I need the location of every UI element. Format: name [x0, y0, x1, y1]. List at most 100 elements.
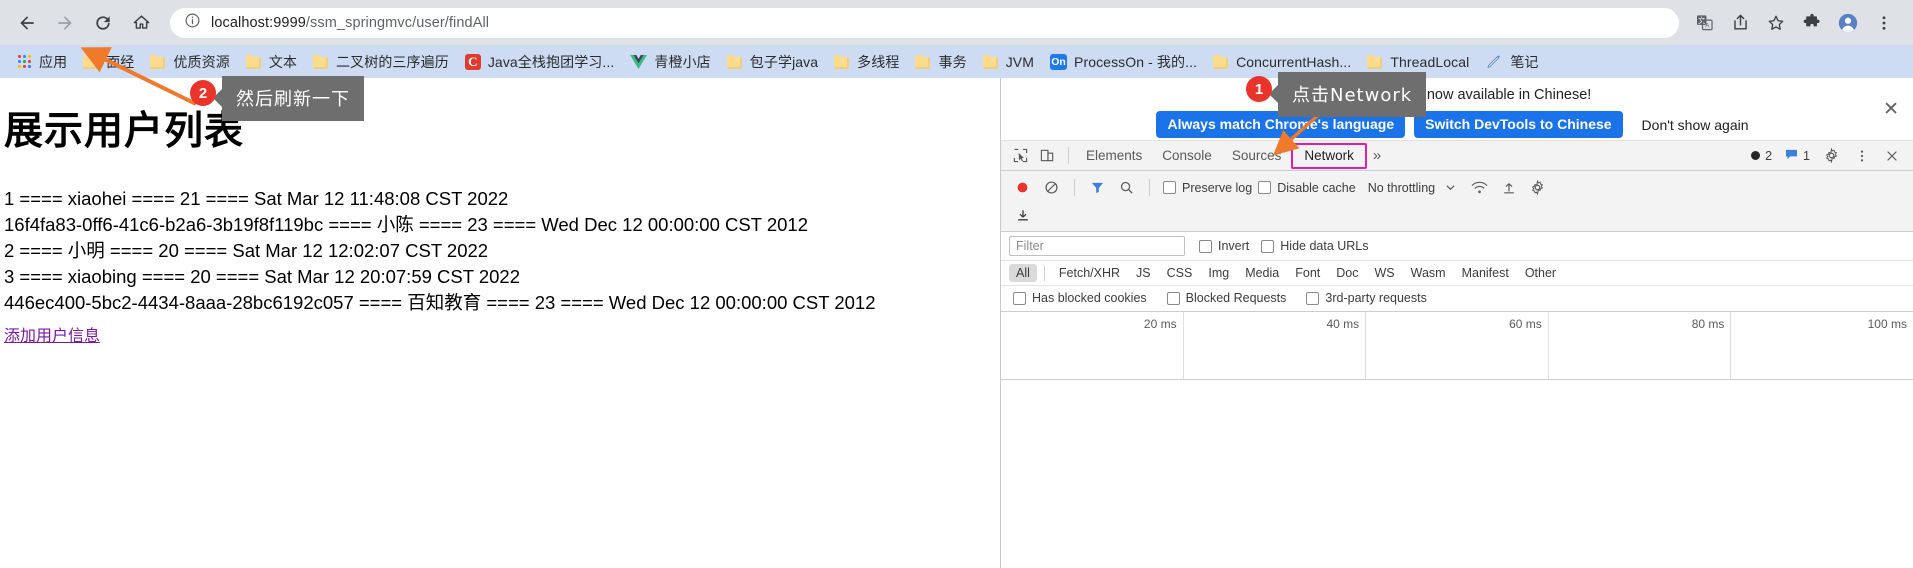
resource-type-filters: All Fetch/XHR JS CSS Img Media Font Doc … — [1001, 261, 1913, 286]
invert-label: Invert — [1218, 239, 1250, 253]
resource-type-doc[interactable]: Doc — [1329, 264, 1365, 282]
devtools-close-button[interactable] — [1878, 143, 1905, 169]
message-count[interactable]: 1 — [1780, 149, 1815, 163]
back-button[interactable] — [10, 6, 44, 40]
bookmark-star-button[interactable] — [1759, 6, 1793, 40]
record-red-circle-icon — [1017, 182, 1028, 193]
bookmark-item[interactable]: JVM — [975, 49, 1042, 75]
bookmark-item[interactable]: On ProcessOn - 我的... — [1042, 49, 1205, 75]
tab-sources[interactable]: Sources — [1222, 142, 1292, 170]
annotation-badge-1: 1 — [1246, 76, 1272, 102]
resource-type-other[interactable]: Other — [1518, 264, 1563, 282]
has-blocked-cookies-checkbox[interactable]: Has blocked cookies — [1013, 291, 1147, 305]
resource-type-all[interactable]: All — [1009, 264, 1037, 282]
switch-devtools-to-chinese-button[interactable]: Switch DevTools to Chinese — [1414, 111, 1623, 138]
resource-type-js[interactable]: JS — [1129, 264, 1158, 282]
bookmark-apps[interactable]: 应用 — [8, 49, 75, 75]
extensions-button[interactable] — [1795, 6, 1829, 40]
home-button[interactable] — [124, 6, 158, 40]
invert-checkbox[interactable]: Invert — [1199, 239, 1249, 253]
network-conditions-button[interactable] — [1466, 175, 1493, 201]
checkbox-box — [1258, 181, 1272, 194]
device-toolbar-button[interactable] — [1034, 143, 1061, 169]
bookmark-item[interactable]: 包子学java — [719, 49, 826, 75]
bookmark-label: 优质资源 — [173, 53, 230, 70]
devtools-panel: i DevTools is now available in Chinese! … — [1000, 78, 1913, 568]
disable-cache-checkbox[interactable]: Disable cache — [1258, 181, 1356, 195]
gear-icon — [1825, 148, 1838, 163]
bookmark-item[interactable]: 优质资源 — [142, 49, 237, 75]
bookmark-item[interactable]: 青橙小店 — [622, 49, 718, 75]
browser-menu-button[interactable] — [1867, 6, 1901, 40]
annotation-bubble-1: 点击Network — [1268, 72, 1427, 117]
page-content: 展示用户列表 1 ==== xiaohei ==== 21 ==== Sat M… — [0, 78, 1000, 568]
resource-type-media[interactable]: Media — [1238, 264, 1286, 282]
add-user-link[interactable]: 添加用户信息 — [4, 322, 100, 346]
import-har-button[interactable] — [1495, 175, 1522, 201]
bookmark-item[interactable]: 文本 — [238, 49, 305, 75]
resource-type-fetch-xhr[interactable]: Fetch/XHR — [1052, 264, 1127, 282]
dont-show-again-button[interactable]: Don't show again — [1632, 112, 1759, 138]
clear-button[interactable] — [1038, 175, 1065, 201]
resource-type-wasm[interactable]: Wasm — [1404, 264, 1453, 282]
translate-button[interactable]: 文 A — [1687, 6, 1721, 40]
resource-type-font[interactable]: Font — [1288, 264, 1327, 282]
reload-icon — [96, 15, 110, 30]
error-count[interactable]: 2 — [1746, 149, 1777, 163]
blocked-requests-checkbox[interactable]: Blocked Requests — [1166, 291, 1286, 305]
tab-network[interactable]: Network — [1291, 142, 1367, 169]
bookmark-item[interactable]: 面经 — [75, 49, 142, 75]
throttling-select[interactable]: No throttling — [1368, 181, 1435, 195]
apps-grid-icon — [16, 54, 32, 70]
throttling-caret-button[interactable] — [1437, 175, 1464, 201]
profile-avatar-icon — [1838, 13, 1858, 32]
filter-input[interactable]: Filter — [1009, 236, 1185, 256]
bookmark-item[interactable]: 多线程 — [826, 49, 907, 75]
bookmark-item[interactable]: C Java全栈抱团学习... — [457, 49, 623, 75]
checkbox-box — [1306, 291, 1320, 305]
preserve-log-checkbox[interactable]: Preserve log — [1163, 181, 1252, 195]
chevron-right-more-icon[interactable]: » — [1367, 147, 1387, 164]
hide-data-urls-checkbox[interactable]: Hide data URLs — [1261, 239, 1369, 253]
reload-button[interactable] — [86, 6, 120, 40]
site-info-icon[interactable] — [184, 12, 201, 34]
resource-type-ws[interactable]: WS — [1367, 264, 1401, 282]
third-party-requests-checkbox[interactable]: 3rd-party requests — [1306, 291, 1427, 305]
filter-toggle-button[interactable] — [1084, 175, 1111, 201]
share-button[interactable] — [1723, 6, 1757, 40]
resource-type-css[interactable]: CSS — [1160, 264, 1200, 282]
divider — [1043, 265, 1045, 281]
network-filter-row: Filter Invert Hide data URLs — [1001, 232, 1913, 261]
address-bar[interactable]: localhost:9999/ssm_springmvc/user/findAl… — [170, 7, 1679, 38]
toolbar-right-icons: 文 A — [1687, 6, 1903, 40]
bookmark-item[interactable]: 二叉树的三序遍历 — [305, 49, 457, 75]
inspect-element-button[interactable] — [1007, 143, 1034, 169]
bookmark-label: ConcurrentHash... — [1236, 53, 1352, 70]
profile-button[interactable] — [1831, 6, 1865, 40]
record-button[interactable] — [1009, 175, 1036, 201]
devtools-more-options-button[interactable] — [1848, 143, 1875, 169]
network-timeline-overview[interactable]: 20 ms 40 ms 60 ms 80 ms 100 ms — [1001, 312, 1913, 380]
bookmarks-bar: 应用 面经 优质资源 文本 二叉树的三序遍历 C Java全栈抱团学习... 青… — [0, 45, 1913, 78]
folder-icon — [982, 54, 999, 69]
forward-button[interactable] — [48, 6, 82, 40]
bookmark-label: ThreadLocal — [1390, 53, 1470, 70]
timeline-tick-label: 100 ms — [1867, 317, 1907, 331]
export-har-button[interactable] — [1009, 202, 1036, 228]
timeline-tick-cell: 100 ms — [1731, 312, 1913, 379]
import-har-upload-icon — [1503, 182, 1514, 193]
resource-type-manifest[interactable]: Manifest — [1455, 264, 1516, 282]
tab-console[interactable]: Console — [1152, 142, 1222, 170]
annotation-badge-2: 2 — [190, 80, 216, 106]
close-icon[interactable]: ✕ — [1883, 100, 1899, 119]
resource-type-img[interactable]: Img — [1201, 264, 1236, 282]
tab-elements[interactable]: Elements — [1076, 142, 1152, 170]
bookmark-item[interactable]: 笔记 — [1477, 49, 1546, 75]
network-settings-button[interactable] — [1524, 175, 1551, 201]
bookmark-item[interactable]: ConcurrentHash... — [1205, 49, 1359, 75]
bookmark-item[interactable]: 事务 — [907, 49, 974, 75]
timeline-tick-cell: 80 ms — [1549, 312, 1732, 379]
devtools-settings-button[interactable] — [1818, 143, 1845, 169]
search-button[interactable] — [1113, 175, 1140, 201]
bookmark-item[interactable]: ThreadLocal — [1359, 49, 1477, 75]
